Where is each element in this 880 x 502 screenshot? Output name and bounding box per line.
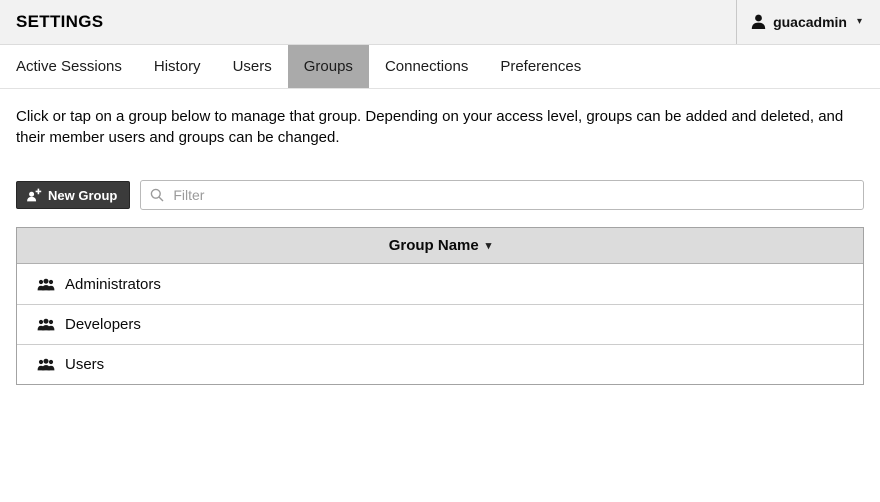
group-name-column-header[interactable]: Group Name ▾ bbox=[17, 228, 863, 264]
settings-tab-bar: Active Sessions History Users Groups Con… bbox=[0, 45, 880, 89]
group-row-users[interactable]: Users bbox=[17, 344, 863, 384]
user-menu-button[interactable]: guacadmin ▾ bbox=[736, 0, 880, 44]
user-icon bbox=[751, 14, 766, 30]
search-icon bbox=[150, 188, 164, 202]
group-name: Developers bbox=[65, 316, 141, 333]
settings-header: SETTINGS guacadmin ▾ bbox=[0, 0, 880, 45]
new-group-button[interactable]: New Group bbox=[16, 181, 130, 209]
group-icon bbox=[37, 318, 55, 331]
tab-preferences[interactable]: Preferences bbox=[484, 45, 597, 88]
group-row-administrators[interactable]: Administrators bbox=[17, 264, 863, 304]
groups-page: Click or tap on a group below to manage … bbox=[0, 106, 880, 385]
new-group-label: New Group bbox=[48, 188, 117, 203]
tab-history[interactable]: History bbox=[138, 45, 217, 88]
groups-table: Group Name ▾ Administrators bbox=[16, 227, 864, 385]
user-name: guacadmin bbox=[773, 14, 847, 30]
tab-connections[interactable]: Connections bbox=[369, 45, 484, 88]
filter-box bbox=[140, 180, 864, 210]
group-name: Administrators bbox=[65, 276, 161, 293]
filter-input[interactable] bbox=[171, 186, 854, 204]
page-title: SETTINGS bbox=[0, 12, 103, 32]
tab-groups[interactable]: Groups bbox=[288, 45, 369, 88]
group-icon bbox=[37, 358, 55, 371]
group-icon bbox=[37, 278, 55, 291]
group-row-developers[interactable]: Developers bbox=[17, 304, 863, 344]
add-group-icon bbox=[26, 188, 42, 202]
tab-active-sessions[interactable]: Active Sessions bbox=[0, 45, 138, 88]
tab-users[interactable]: Users bbox=[217, 45, 288, 88]
group-name-header-label: Group Name bbox=[389, 237, 479, 254]
page-description: Click or tap on a group below to manage … bbox=[16, 106, 864, 148]
sort-descending-icon: ▾ bbox=[486, 241, 492, 252]
chevron-down-icon: ▾ bbox=[857, 17, 862, 27]
group-actions-bar: New Group bbox=[16, 180, 864, 210]
group-name: Users bbox=[65, 356, 104, 373]
